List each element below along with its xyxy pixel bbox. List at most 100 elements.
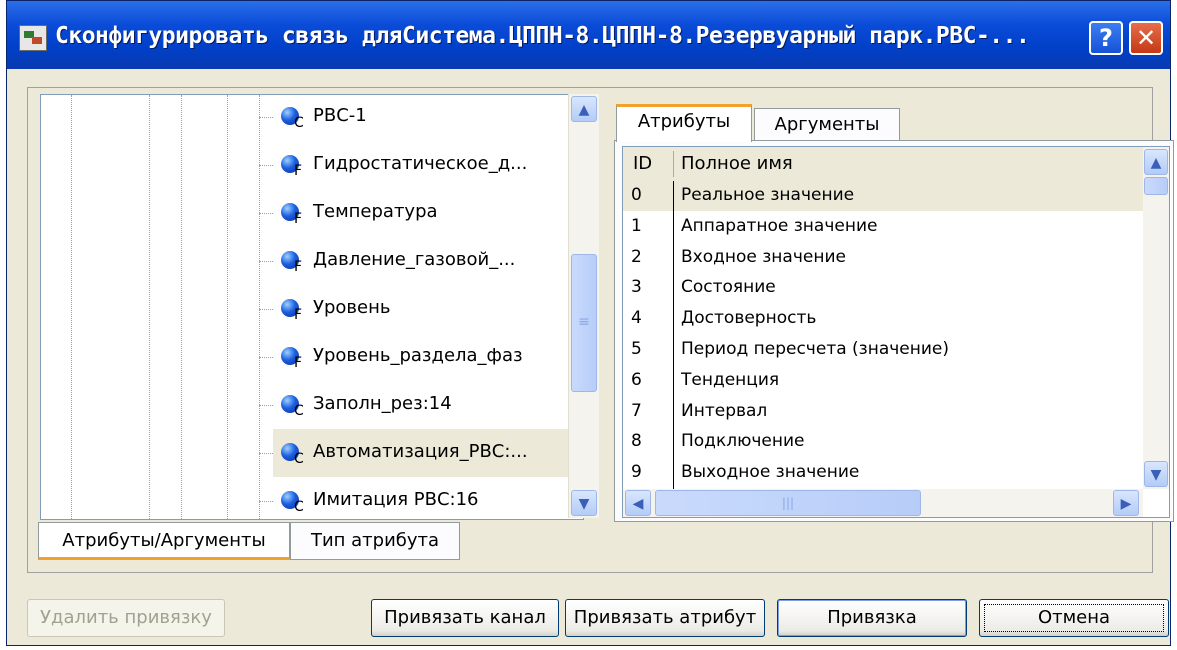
content-frame: C РВС-1 F Гидростатическое_д... F Температура… xyxy=(27,87,1174,573)
scroll-thumb[interactable] xyxy=(1144,177,1168,195)
help-button[interactable]: ? xyxy=(1089,21,1123,55)
binding-button[interactable]: Привязка xyxy=(777,599,967,637)
node-type-icon: F xyxy=(281,347,303,371)
scroll-thumb[interactable]: ||| xyxy=(655,490,921,516)
tree-connector xyxy=(259,309,273,310)
object-tree[interactable]: C РВС-1 F Гидростатическое_д... F Температура… xyxy=(40,94,584,520)
tree-item-label: Уровень xyxy=(313,297,391,318)
cancel-button[interactable]: Отмена xyxy=(979,599,1169,637)
node-type-letter: F xyxy=(294,307,303,323)
tree-item[interactable]: C Автоматизация_РВС:... xyxy=(259,429,573,477)
node-type-icon: F xyxy=(281,203,303,227)
tree-connector xyxy=(259,453,273,454)
node-type-icon: F xyxy=(281,299,303,323)
tree-guide-line xyxy=(71,95,72,519)
grid-column-divider xyxy=(673,181,674,489)
table-row[interactable]: 1 Аппаратное значение xyxy=(623,212,1143,242)
cell-name: Достоверность xyxy=(681,308,817,329)
cell-name: Подключение xyxy=(681,431,805,452)
table-row[interactable]: 9 Выходное значение xyxy=(623,458,1143,488)
tree-connector xyxy=(259,165,273,166)
tab-attributes-arguments[interactable]: Атрибуты/Аргументы xyxy=(38,522,290,560)
node-type-icon: C xyxy=(281,443,304,467)
scroll-up-button[interactable]: ▲ xyxy=(571,96,597,122)
dialog-window: Сконфигурировать связь дляСистема.ЦППН-8… xyxy=(6,0,1174,646)
grid-horizontal-scrollbar[interactable]: ◀ ||| ▶ xyxy=(623,489,1143,517)
node-type-letter: F xyxy=(294,211,303,227)
title-bar[interactable]: Сконфигурировать связь дляСистема.ЦППН-8… xyxy=(7,1,1170,69)
cell-name: Интервал xyxy=(681,400,768,421)
grid-vertical-scrollbar[interactable]: ▲ ▼ xyxy=(1143,147,1169,489)
tree-connector xyxy=(259,357,273,358)
tree-guide-line xyxy=(259,95,260,519)
column-header-id[interactable]: ID xyxy=(633,147,652,180)
tree-connector xyxy=(259,117,273,118)
tree-item-label: Автоматизация_РВС:... xyxy=(313,441,528,462)
window-title: Сконфигурировать связь дляСистема.ЦППН-8… xyxy=(55,23,1030,49)
dialog-body: C РВС-1 F Гидростатическое_д... F Температура… xyxy=(7,69,1174,645)
cell-name: Входное значение xyxy=(681,246,846,267)
tree-guide-line xyxy=(227,95,228,519)
tab-arguments[interactable]: Аргументы xyxy=(754,108,900,142)
column-header-name[interactable]: Полное имя xyxy=(681,147,793,180)
node-type-icon: F xyxy=(281,251,303,275)
cell-name: Состояние xyxy=(681,277,776,298)
table-row[interactable]: 2 Входное значение xyxy=(623,243,1143,273)
tree-item-label: Имитация РВС:16 xyxy=(313,489,479,510)
tree-guide-line xyxy=(181,95,182,519)
tree-guide-line xyxy=(149,95,150,519)
tree-item-label: Гидростатическое_д... xyxy=(313,153,528,174)
tree-item-label: Давление_газовой_... xyxy=(313,249,516,270)
tree-connector xyxy=(259,501,273,502)
cell-id: 1 xyxy=(631,215,642,236)
scroll-left-button[interactable]: ◀ xyxy=(625,490,651,516)
attributes-grid[interactable]: ID Полное имя 0 Реальное значение 1 Аппарат… xyxy=(622,146,1170,518)
tab-attribute-type[interactable]: Тип атрибута xyxy=(290,522,460,560)
node-type-icon: C xyxy=(281,491,304,515)
tree-vertical-scrollbar[interactable]: ▲ ≡ ▼ xyxy=(568,94,599,518)
table-row[interactable]: 6 Тенденция xyxy=(623,366,1143,396)
tab-attributes[interactable]: Атрибуты xyxy=(616,104,752,142)
bind-attribute-button[interactable]: Привязать атрибут xyxy=(565,599,765,637)
scroll-up-button[interactable]: ▲ xyxy=(1144,149,1168,175)
tree-item-label: РВС-1 xyxy=(313,105,367,126)
tree-item-label: Уровень_раздела_фаз xyxy=(313,345,523,366)
grid-header: ID Полное имя xyxy=(623,147,1143,182)
tree-item-label: Заполн_рез:14 xyxy=(313,393,452,414)
cell-name: Реальное значение xyxy=(681,185,855,205)
column-separator[interactable] xyxy=(673,151,674,177)
cell-id: 4 xyxy=(631,308,642,329)
tree-item-label: Температура xyxy=(313,201,438,222)
cell-id: 2 xyxy=(631,246,642,267)
cell-name: Тенденция xyxy=(681,369,780,390)
node-type-letter: F xyxy=(294,163,303,179)
scroll-down-button[interactable]: ▼ xyxy=(1144,461,1168,487)
table-row[interactable]: 7 Интервал xyxy=(623,397,1143,427)
node-type-letter: F xyxy=(294,355,303,371)
cell-id: 7 xyxy=(631,400,642,421)
close-button[interactable]: ✕ xyxy=(1129,21,1163,55)
cell-id: 6 xyxy=(631,369,642,390)
scroll-right-button[interactable]: ▶ xyxy=(1113,490,1139,516)
node-type-icon: C xyxy=(281,395,304,419)
scroll-down-button[interactable]: ▼ xyxy=(571,490,597,516)
table-row[interactable]: 3 Состояние xyxy=(623,273,1143,303)
table-row[interactable]: 5 Период пересчета (значение) xyxy=(623,335,1143,365)
scroll-thumb[interactable]: ≡ xyxy=(571,254,597,392)
node-type-letter: C xyxy=(294,451,304,467)
cell-name: Аппаратное значение xyxy=(681,215,878,236)
table-row[interactable]: 8 Подключение xyxy=(623,427,1143,457)
table-row[interactable]: 4 Достоверность xyxy=(623,304,1143,334)
node-type-letter: F xyxy=(294,259,303,275)
cell-id: 9 xyxy=(631,462,642,483)
cell-name: Период пересчета (значение) xyxy=(681,339,949,359)
remove-binding-button[interactable]: Удалить привязку xyxy=(27,599,225,637)
node-type-icon: F xyxy=(281,155,303,179)
bind-channel-button[interactable]: Привязать канал xyxy=(371,599,559,637)
cell-name: Выходное значение xyxy=(681,462,860,483)
app-icon xyxy=(19,25,47,51)
cell-id: 0 xyxy=(631,185,642,205)
cell-id: 8 xyxy=(631,431,642,452)
table-row[interactable]: 0 Реальное значение xyxy=(623,181,1143,211)
tree-connector xyxy=(259,261,273,262)
